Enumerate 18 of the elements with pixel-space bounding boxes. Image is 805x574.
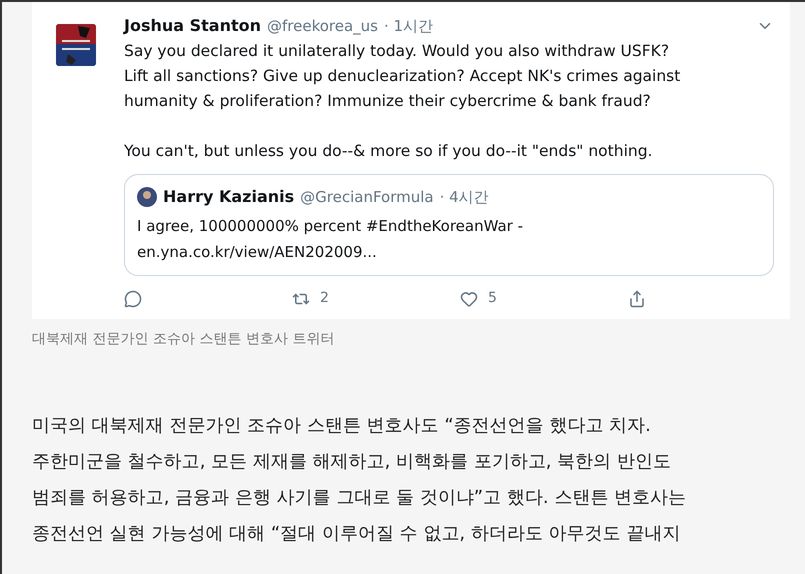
image-caption: 대북제재 전문가인 조슈아 스탠튼 변호사 트위터 <box>32 330 336 349</box>
author-handle: @GrecianFormula <box>300 186 434 208</box>
quoted-tweet[interactable]: Harry Kazianis @GrecianFormula · 4시간 I agree, 100000000% percent #EndtheKoreanWar - en.yna.co.kr/view/AEN202009... <box>124 174 774 276</box>
share-icon[interactable] <box>628 290 646 308</box>
tweet-text: Say you declared it unilaterally today. Would you also withdraw USFK? Lift all sanctions? Give up denuclearization? Accept NK's crimes against humanity & proliferation? Immunize their cybercrime & bank fraud? <box>124 41 682 112</box>
article-paragraph: 미국의 대북제재 전문가인 조슈아 스탠튼 변호사도 “종전선언을 했다고 치자. 주한미군을 철수하고, 모든 제재를 해제하고, 비핵화를 포기하고, 북한의 반인도 범죄를 허용하고, 금융과 은행 사기를 그대로 둘 것이냐”고 했다. 스탠튼 변호사는 종전선언 실현 가능성에 대해 “절대 이루어질 수 없고, 하더라도 아무것도 끝내지 <box>32 414 687 546</box>
tweet-text: You can't, but unless you do--& more so if you do--it "ends" nothing. <box>124 141 654 162</box>
avatar-icon <box>137 187 157 207</box>
author-name[interactable]: Joshua Stanton <box>124 14 262 38</box>
tweet-time: · 4시간 <box>440 186 489 208</box>
tweet-time: · 1시간 <box>384 16 434 37</box>
action-count: 5 <box>488 289 497 308</box>
quoted-text: I agree, 100000000% percent #EndtheKoreanWar - en.yna.co.kr/view/AEN202009... <box>137 216 524 263</box>
heart-icon[interactable] <box>460 290 478 308</box>
author-handle: @freekorea_us <box>267 16 378 37</box>
action-count: 2 <box>320 289 329 308</box>
reply-icon[interactable] <box>124 290 142 308</box>
author-name[interactable]: Harry Kazianis <box>163 185 294 209</box>
